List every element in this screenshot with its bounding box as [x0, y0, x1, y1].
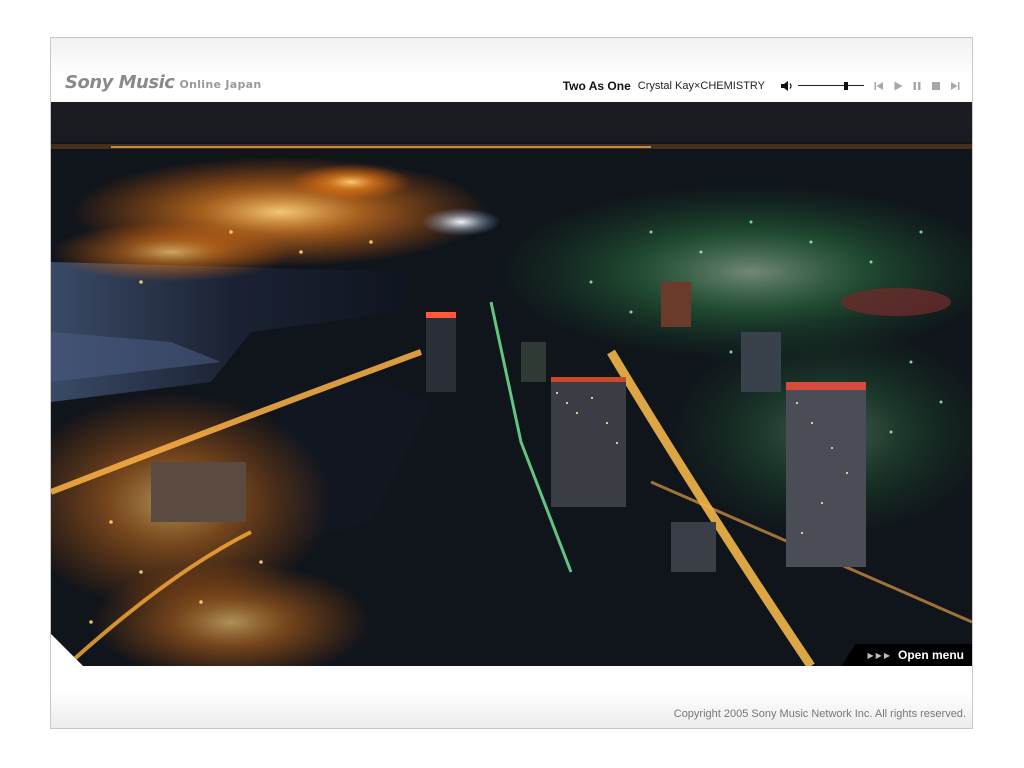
- open-menu-button[interactable]: ▶▶▶ Open menu: [841, 644, 972, 666]
- page-frame: Sony Music Online Japan Two As One Cryst…: [50, 37, 973, 729]
- site-logo[interactable]: Sony Music Online Japan: [65, 72, 262, 93]
- header: Sony Music Online Japan Two As One Cryst…: [51, 38, 972, 102]
- city-photo-illustration: [51, 102, 972, 666]
- speaker-icon[interactable]: [780, 79, 794, 93]
- pause-icon[interactable]: [910, 79, 924, 93]
- copyright-text: Copyright 2005 Sony Music Network Inc. A…: [673, 708, 966, 720]
- stop-icon[interactable]: [929, 79, 943, 93]
- volume-handle[interactable]: [843, 82, 848, 90]
- footer: Copyright 2005 Sony Music Network Inc. A…: [51, 666, 972, 728]
- night-city-photo: ▶▶▶ Open menu: [51, 102, 972, 666]
- volume-track: [798, 85, 864, 86]
- music-player: Two As One Crystal Kay×CHEMISTRY: [563, 78, 962, 94]
- triple-arrow-icon: ▶▶▶: [867, 650, 892, 660]
- logo-brand: Sony Music: [65, 72, 175, 93]
- open-menu-label: Open menu: [897, 648, 964, 662]
- next-icon[interactable]: [948, 79, 962, 93]
- song-title: Two As One: [562, 79, 631, 93]
- logo-subtitle: Online Japan: [179, 78, 262, 91]
- previous-icon[interactable]: [872, 79, 886, 93]
- play-icon[interactable]: [891, 79, 905, 93]
- song-artist: Crystal Kay×CHEMISTRY: [637, 80, 765, 92]
- volume-slider[interactable]: [798, 79, 864, 93]
